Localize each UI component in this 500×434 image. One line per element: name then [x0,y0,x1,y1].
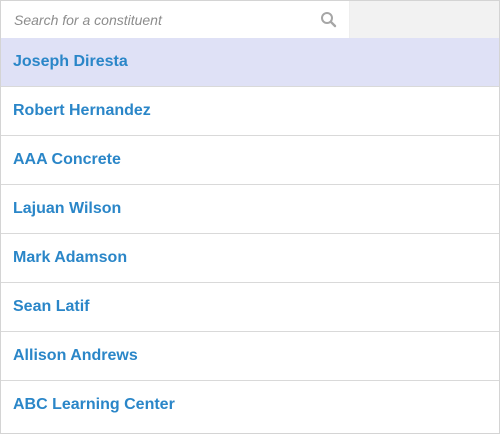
search-icon[interactable] [320,11,337,28]
search-box [1,1,350,38]
list-item[interactable]: Robert Hernandez [1,86,499,135]
search-bar [1,1,499,38]
list-item[interactable]: Mark Adamson [1,233,499,282]
search-input[interactable] [1,1,311,38]
constituent-list: Joseph Diresta Robert Hernandez AAA Conc… [1,38,499,429]
list-item[interactable]: Lajuan Wilson [1,184,499,233]
constituent-picker: Joseph Diresta Robert Hernandez AAA Conc… [0,0,500,434]
list-item[interactable]: Allison Andrews [1,331,499,380]
list-item[interactable]: ABC Learning Center [1,380,499,429]
list-item[interactable]: AAA Concrete [1,135,499,184]
list-item[interactable]: Sean Latif [1,282,499,331]
list-item[interactable]: Joseph Diresta [1,38,499,86]
